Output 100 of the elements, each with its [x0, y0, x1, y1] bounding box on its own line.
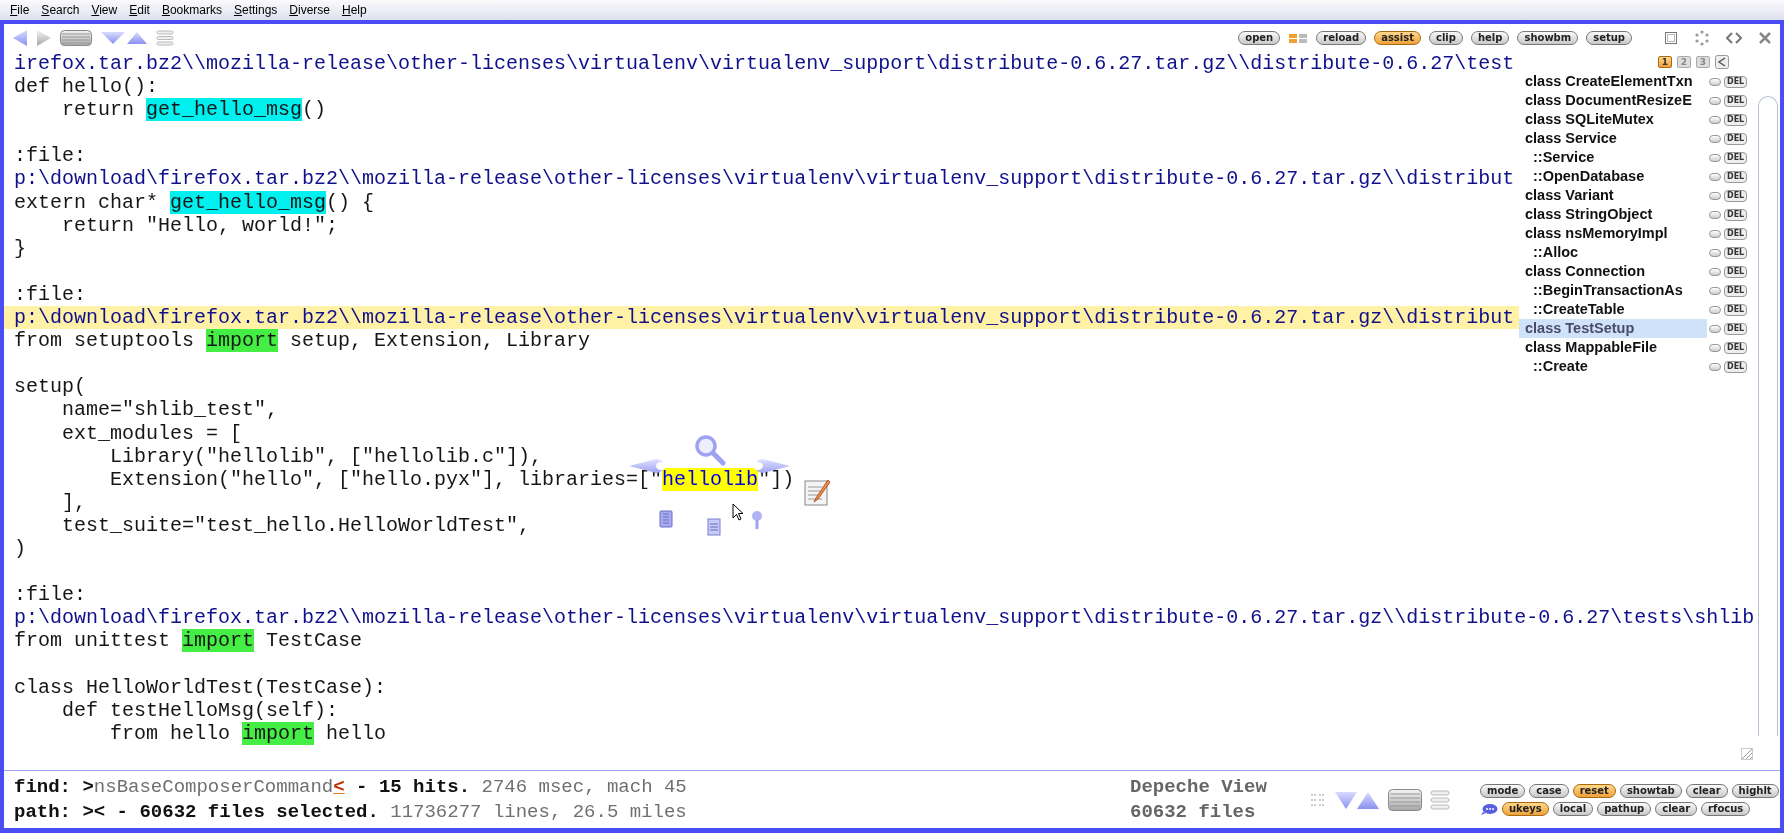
lines-icon[interactable] [156, 30, 174, 46]
delete-button[interactable]: DEL [1724, 341, 1748, 354]
close-icon[interactable] [1758, 31, 1772, 45]
toggle-button[interactable] [1709, 191, 1721, 200]
delete-button[interactable]: DEL [1724, 303, 1748, 316]
clear-button[interactable]: clear [1655, 801, 1698, 816]
outline-item[interactable]: class MappableFile [1519, 338, 1707, 357]
toggle-button[interactable] [1709, 153, 1721, 162]
outline-item[interactable]: class TestSetup [1519, 319, 1707, 338]
menu-item[interactable]: Settings [227, 1, 284, 19]
toggle-button[interactable] [1709, 267, 1721, 276]
outline-item[interactable]: ::Create [1519, 357, 1707, 376]
delete-button[interactable]: DEL [1724, 360, 1748, 373]
outline-item[interactable]: ::Alloc [1519, 243, 1707, 262]
dotted-circle-icon[interactable] [1694, 30, 1710, 46]
delete-button[interactable]: DEL [1724, 227, 1748, 240]
delete-button[interactable]: DEL [1724, 94, 1748, 107]
menu-item[interactable]: Edit [123, 1, 156, 19]
assist-button[interactable]: assist [1374, 31, 1421, 45]
outline-item[interactable]: class StringObject [1519, 205, 1707, 224]
lines-icon[interactable] [1430, 789, 1450, 810]
down-icon[interactable] [100, 31, 126, 45]
case-button[interactable]: case [1529, 783, 1569, 798]
rfocus-button[interactable]: rfocus [1701, 801, 1751, 816]
book-icon[interactable] [659, 510, 673, 528]
highlt-button[interactable]: highlt [1731, 783, 1779, 798]
outline-item[interactable]: class Connection [1519, 262, 1707, 281]
toggle-button[interactable] [1709, 362, 1721, 371]
code-brackets-icon[interactable] [1726, 31, 1742, 45]
help-button[interactable]: help [1470, 31, 1510, 45]
back-icon[interactable] [12, 29, 28, 47]
toggle-button[interactable] [1709, 134, 1721, 143]
open-button[interactable]: open [1238, 31, 1281, 45]
collapse-icon[interactable] [1715, 55, 1729, 69]
outline-item[interactable]: class DocumentResizeE [1519, 91, 1707, 110]
clear-button[interactable]: clear [1685, 783, 1728, 798]
menu-item[interactable]: View [85, 1, 124, 19]
delete-button[interactable]: DEL [1724, 265, 1748, 278]
toggle-button[interactable] [1709, 115, 1721, 124]
outline-item[interactable]: ::CreateTable [1519, 300, 1707, 319]
toggle-button[interactable] [1709, 77, 1721, 86]
menu-item[interactable]: File [4, 1, 36, 19]
pin-icon[interactable] [750, 510, 764, 530]
toggle-button[interactable] [1709, 343, 1721, 352]
delete-button[interactable]: DEL [1724, 151, 1748, 164]
toggle-button[interactable] [1709, 210, 1721, 219]
delete-button[interactable]: DEL [1724, 132, 1748, 145]
toggle-button[interactable] [1709, 305, 1721, 314]
outline-item[interactable]: class Service [1519, 129, 1707, 148]
menu-item[interactable]: Search [35, 1, 86, 19]
showtab-button[interactable]: showtab [1619, 783, 1682, 798]
menu-item[interactable]: Bookmarks [155, 1, 228, 19]
window-icon[interactable] [1664, 31, 1678, 45]
toggle-button[interactable] [1709, 286, 1721, 295]
toggle-button[interactable] [1709, 248, 1721, 257]
local-button[interactable]: local [1552, 801, 1594, 816]
layout-icon[interactable] [1288, 32, 1309, 44]
outline-item[interactable]: class SQLiteMutex [1519, 110, 1707, 129]
delete-button[interactable]: DEL [1724, 189, 1748, 202]
delete-button[interactable]: DEL [1724, 75, 1748, 88]
document-icon[interactable] [707, 518, 721, 536]
setup-button[interactable]: setup [1586, 31, 1632, 45]
list-icon[interactable] [1388, 788, 1422, 811]
delete-button[interactable]: DEL [1724, 170, 1748, 183]
toggle-button[interactable] [1709, 324, 1721, 333]
page-tab[interactable]: 1 [1658, 56, 1672, 68]
ukeys-button[interactable]: ukeys [1502, 801, 1549, 816]
down-icon[interactable] [1334, 789, 1358, 810]
delete-button[interactable]: DEL [1724, 246, 1748, 259]
clip-button[interactable]: clip [1429, 31, 1463, 45]
edit-note-icon[interactable] [804, 478, 830, 506]
resize-grip-icon[interactable] [1741, 748, 1753, 760]
reset-button[interactable]: reset [1572, 783, 1616, 798]
outline-item[interactable]: class CreateElementTxn [1519, 72, 1707, 91]
outline-item[interactable]: class nsMemoryImpl [1519, 224, 1707, 243]
delete-button[interactable]: DEL [1724, 113, 1748, 126]
scrollbar[interactable] [1758, 96, 1778, 736]
outline-item[interactable]: ::OpenDatabase [1519, 167, 1707, 186]
pathup-button[interactable]: pathup [1597, 801, 1652, 816]
toggle-button[interactable] [1709, 96, 1721, 105]
delete-button[interactable]: DEL [1724, 322, 1748, 335]
list-icon[interactable] [60, 30, 92, 46]
up-icon[interactable] [126, 31, 148, 45]
outline-item[interactable]: ::Service [1519, 148, 1707, 167]
toggle-button[interactable] [1709, 229, 1721, 238]
menu-item[interactable]: Help [336, 1, 373, 19]
toggle-button[interactable] [1709, 172, 1721, 181]
app-name: Depeche View [1130, 774, 1268, 800]
showbm-button[interactable]: showbm [1517, 31, 1579, 45]
outline-item[interactable]: ::BeginTransactionAs [1519, 281, 1707, 300]
mode-button[interactable]: mode [1480, 783, 1526, 798]
forward-icon[interactable] [36, 29, 52, 47]
dotted-list-icon[interactable] [1310, 792, 1326, 807]
search-icon[interactable] [694, 434, 726, 466]
menu-item[interactable]: Diverse [283, 1, 336, 19]
delete-button[interactable]: DEL [1724, 284, 1748, 297]
chat-icon[interactable] [1480, 802, 1498, 815]
outline-item[interactable]: class Variant [1519, 186, 1707, 205]
delete-button[interactable]: DEL [1724, 208, 1748, 221]
reload-button[interactable]: reload [1316, 31, 1367, 45]
